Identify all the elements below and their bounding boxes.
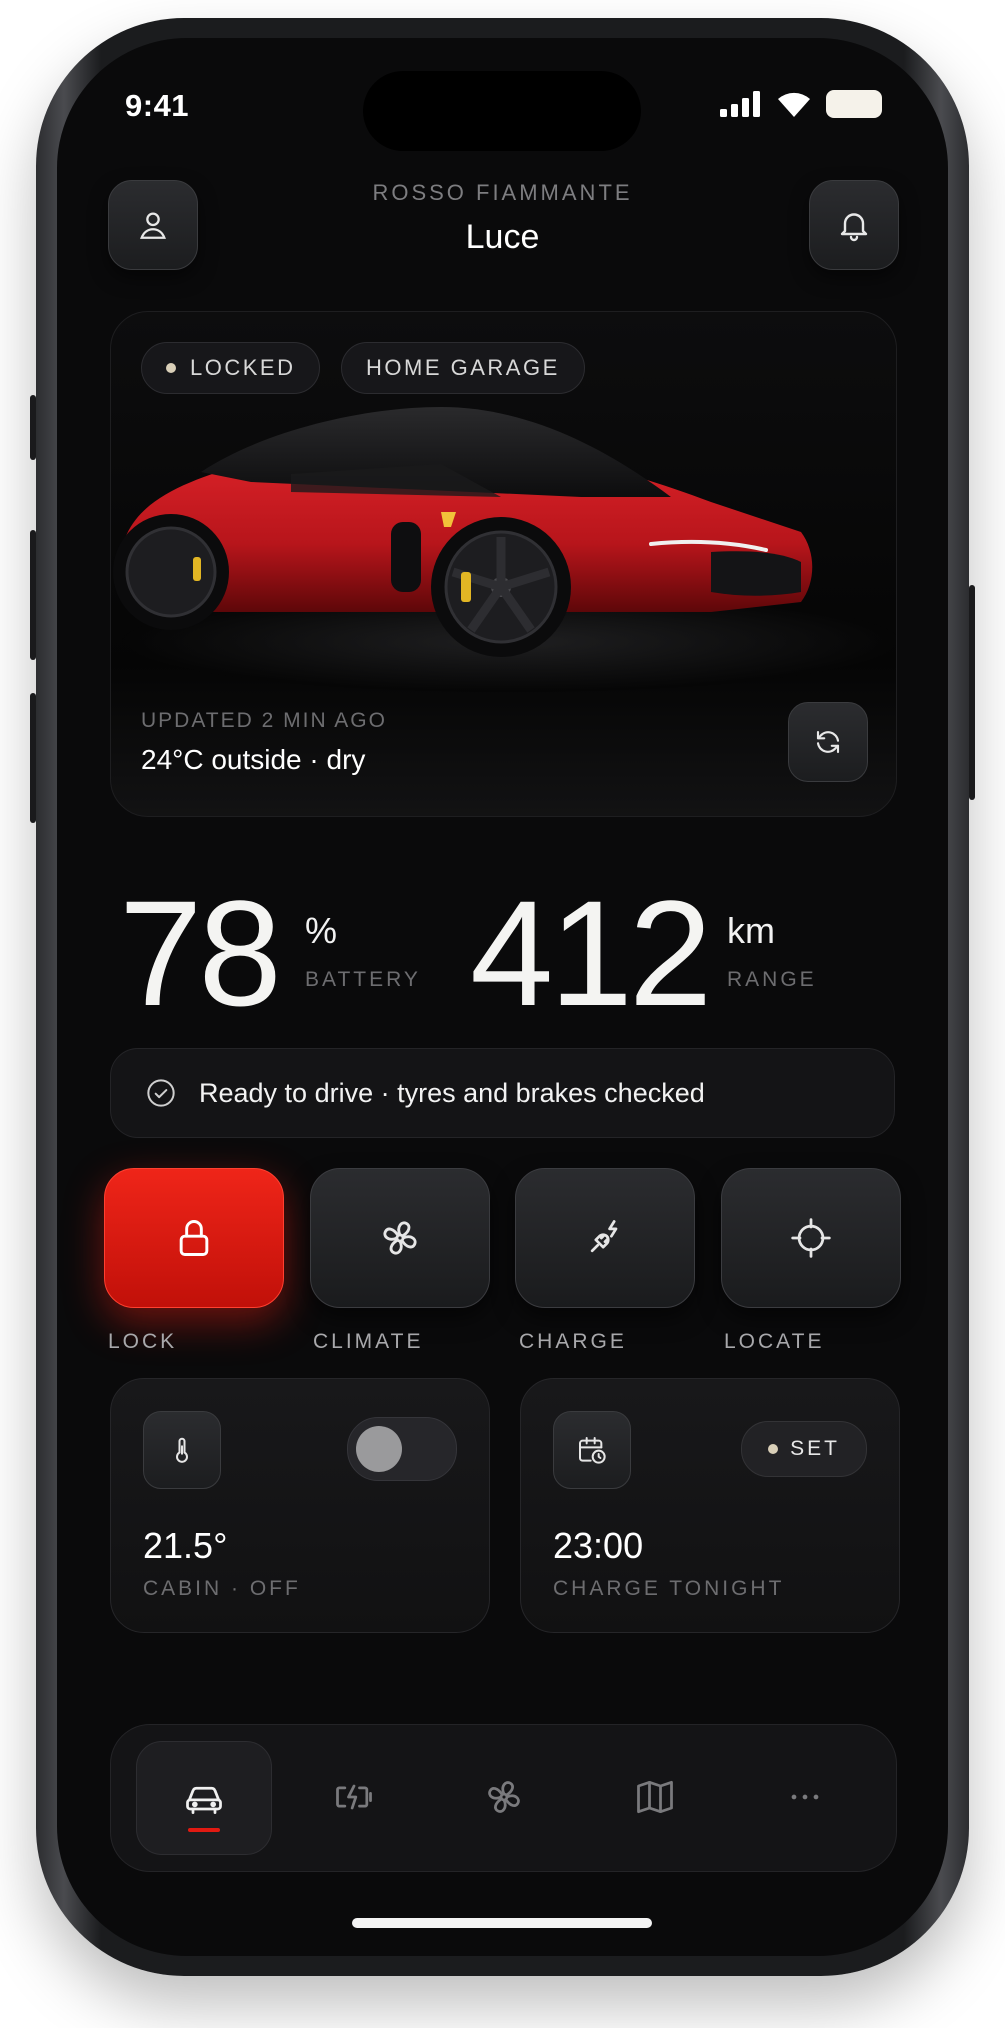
climate-toggle[interactable] <box>347 1417 457 1481</box>
location-chip: HOME GARAGE <box>341 342 585 394</box>
home-indicator[interactable] <box>352 1918 652 1928</box>
climate-toggle-knob <box>356 1426 402 1472</box>
refresh-icon <box>816 730 840 754</box>
schedule-button[interactable] <box>553 1411 631 1489</box>
vehicle-hero-card: LOCKED HOME GARAGE UPDATED 2 MIN AGO 24°… <box>110 311 897 817</box>
volume-up-button <box>30 530 36 660</box>
wifi-icon <box>778 92 810 117</box>
locate-button[interactable] <box>721 1168 901 1308</box>
power-button <box>969 585 975 800</box>
charge-schedule-label: CHARGE TONIGHT <box>553 1577 785 1600</box>
ready-status-text: Ready to drive · tyres and brakes checke… <box>199 1077 705 1108</box>
lock-icon <box>179 1220 209 1256</box>
location-label: HOME GARAGE <box>366 355 560 380</box>
tab-map[interactable] <box>588 1741 722 1853</box>
locate-label: LOCATE <box>724 1330 825 1353</box>
thermometer-icon <box>176 1437 188 1463</box>
tab-vehicle[interactable] <box>136 1741 272 1855</box>
set-label: SET <box>790 1437 840 1460</box>
range-unit: km <box>727 910 775 951</box>
battery-charging-icon <box>336 1784 372 1810</box>
status-time: 9:41 <box>125 88 190 123</box>
notifications-button[interactable] <box>809 180 899 270</box>
battery-value: 78 <box>119 869 282 1037</box>
fan-icon <box>488 1781 520 1813</box>
climate-label: CLIMATE <box>313 1330 424 1353</box>
lock-status-label: LOCKED <box>190 355 296 380</box>
signal-icon <box>720 91 760 117</box>
weather-summary: 24°C outside · dry <box>141 744 366 775</box>
car-image <box>113 407 896 692</box>
charge-time: 23:00 <box>553 1525 644 1566</box>
bell-icon <box>840 213 868 242</box>
ready-status-banner: Ready to drive · tyres and brakes checke… <box>110 1048 895 1138</box>
set-schedule-chip[interactable]: SET <box>741 1421 867 1477</box>
app-screen: 9:41 ROSSO FIAMMANTE Luce LOCKED HOME GA… <box>57 38 948 1956</box>
side-button <box>30 395 36 460</box>
refresh-button[interactable] <box>788 702 868 782</box>
battery-label: BATTERY <box>305 968 421 991</box>
active-tab-indicator <box>188 1828 220 1832</box>
crosshair-icon <box>791 1218 831 1258</box>
car-icon <box>186 1786 222 1815</box>
volume-down-button <box>30 693 36 823</box>
map-icon <box>637 1780 673 1814</box>
dynamic-island <box>363 71 641 151</box>
more-icon <box>791 1794 819 1800</box>
range-label: RANGE <box>727 968 817 991</box>
updated-time: UPDATED 2 MIN AGO <box>141 709 387 732</box>
tab-more[interactable] <box>738 1741 872 1853</box>
thermometer-button[interactable] <box>143 1411 221 1489</box>
lock-status-chip: LOCKED <box>141 342 321 394</box>
battery-unit: % <box>305 910 338 951</box>
charge-schedule-tile[interactable]: SET 23:00 CHARGE TONIGHT <box>520 1378 900 1633</box>
climate-button[interactable] <box>310 1168 490 1308</box>
cabin-status: CABIN · OFF <box>143 1577 301 1600</box>
lock-button[interactable] <box>104 1168 284 1308</box>
fan-icon <box>383 1221 417 1255</box>
check-circle-icon <box>147 1079 175 1107</box>
cabin-temperature: 21.5° <box>143 1525 228 1566</box>
plug-icon <box>590 1220 618 1253</box>
set-dot <box>768 1444 779 1454</box>
range-value: 412 <box>470 869 712 1037</box>
tab-climate[interactable] <box>437 1741 571 1853</box>
climate-tile[interactable]: 21.5° CABIN · OFF <box>110 1378 490 1633</box>
charge-label: CHARGE <box>519 1330 627 1353</box>
charge-button[interactable] <box>515 1168 695 1308</box>
battery-status-icon <box>826 90 882 118</box>
status-dot <box>166 363 176 373</box>
status-icons <box>720 90 882 118</box>
lock-label: LOCK <box>108 1330 178 1353</box>
bottom-tab-bar <box>110 1724 897 1872</box>
calendar-clock-icon <box>579 1437 606 1464</box>
tab-energy[interactable] <box>287 1741 421 1853</box>
